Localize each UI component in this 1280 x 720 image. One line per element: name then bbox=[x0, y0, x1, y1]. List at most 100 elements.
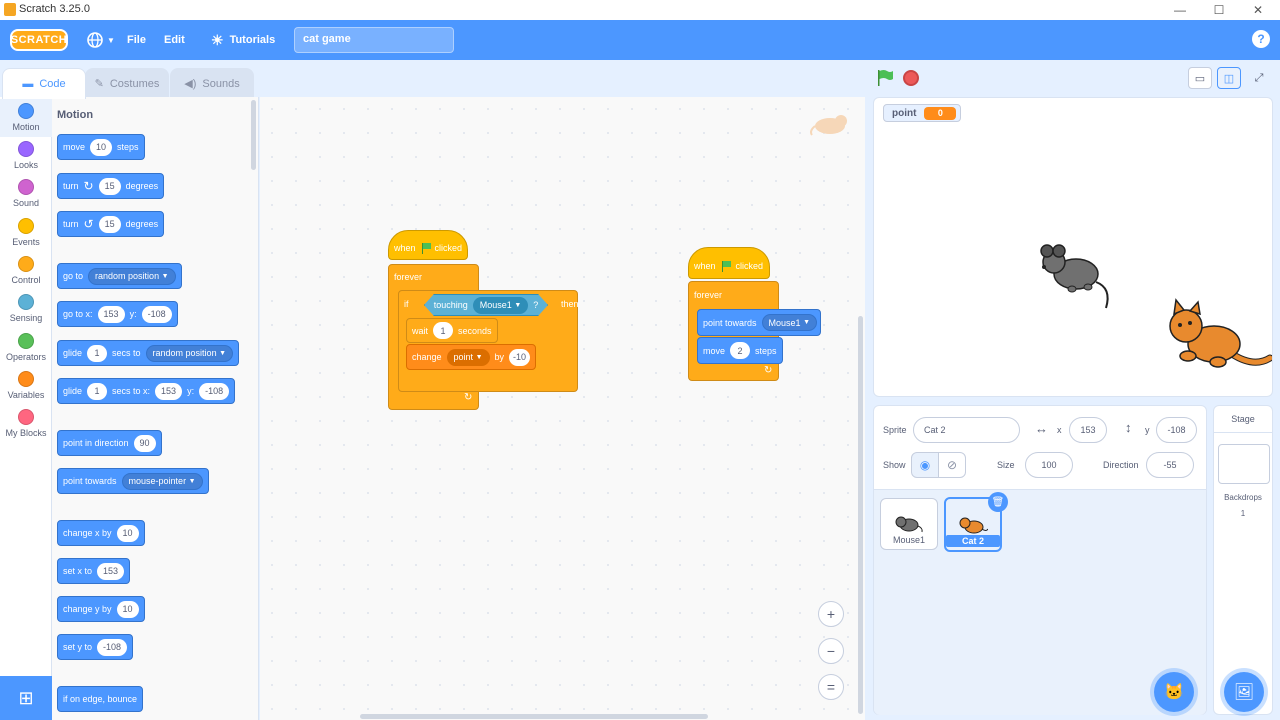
workspace-vertical-scrollbar[interactable] bbox=[858, 316, 863, 714]
block-dropdown[interactable]: Mouse1 ▼ bbox=[472, 296, 529, 314]
show-sprite-button[interactable]: ◉ bbox=[911, 452, 939, 478]
change-variable-block[interactable]: change point ▼ by -10 bbox=[406, 344, 536, 370]
workspace-horizontal-scrollbar[interactable] bbox=[360, 714, 708, 719]
block-input[interactable]: 90 bbox=[133, 434, 156, 452]
zoom-out-icon: − bbox=[826, 643, 836, 659]
category-operators[interactable]: Operators bbox=[0, 329, 52, 367]
hide-sprite-button[interactable]: ⊘ bbox=[938, 452, 966, 478]
tab-code[interactable]: ▬ Code bbox=[2, 68, 86, 99]
size-input[interactable]: 100 bbox=[1025, 452, 1073, 478]
sprite-name-input[interactable]: Cat 2 bbox=[913, 417, 1020, 443]
block-input[interactable]: 1 bbox=[87, 344, 108, 362]
category-my-blocks[interactable]: My Blocks bbox=[0, 405, 52, 443]
move-steps-block[interactable]: move 2 steps bbox=[697, 337, 783, 364]
category-variables[interactable]: Variables bbox=[0, 367, 52, 405]
choose-backdrop-button[interactable]: 🖼 bbox=[1224, 672, 1264, 712]
add-extension-button[interactable]: ⊞ bbox=[0, 676, 52, 720]
block-change-x[interactable]: change x by 10 bbox=[57, 520, 145, 546]
block-input[interactable]: 153 bbox=[97, 305, 125, 323]
fullscreen-button[interactable]: ⤢ bbox=[1247, 67, 1271, 89]
x-input[interactable]: 153 bbox=[1069, 417, 1107, 443]
mouse-sprite[interactable] bbox=[1032, 242, 1114, 314]
block-go-to-xy[interactable]: go to x: 153 y: -108 bbox=[57, 301, 178, 327]
block-input[interactable]: 153 bbox=[155, 382, 183, 400]
block-glide-xy[interactable]: glide 1 secs to x: 153 y: -108 bbox=[57, 378, 236, 404]
sprite-tile-mouse1[interactable]: Mouse1 bbox=[880, 498, 938, 550]
category-motion[interactable]: Motion bbox=[0, 99, 52, 137]
language-menu[interactable]: ▼ bbox=[86, 20, 115, 60]
script-1[interactable]: when clicked forever if then touching Mous… bbox=[388, 230, 579, 410]
block-input[interactable]: -108 bbox=[141, 305, 172, 323]
block-input[interactable]: -108 bbox=[199, 382, 230, 400]
tab-costumes[interactable]: ✎ Costumes bbox=[85, 68, 169, 98]
block-input[interactable]: 2 bbox=[730, 342, 751, 359]
block-input[interactable]: 10 bbox=[116, 600, 139, 618]
direction-input[interactable]: -55 bbox=[1146, 452, 1194, 478]
palette-scrollbar[interactable] bbox=[251, 100, 256, 170]
block-edge-bounce[interactable]: if on edge, bounce bbox=[57, 686, 144, 712]
block-glide[interactable]: glide 1 secs to random position ▼ bbox=[57, 340, 240, 366]
block-input[interactable]: 1 bbox=[87, 382, 108, 400]
maximize-button[interactable]: ☐ bbox=[1199, 0, 1239, 20]
block-input[interactable]: -108 bbox=[97, 638, 128, 656]
block-turn-right[interactable]: turn ↻ 15 degrees bbox=[57, 173, 165, 199]
block-set-x[interactable]: set x to 153 bbox=[57, 558, 131, 584]
y-input[interactable]: -108 bbox=[1156, 417, 1197, 443]
project-title-input[interactable]: cat game bbox=[294, 27, 454, 53]
block-input[interactable]: -10 bbox=[509, 348, 530, 366]
block-dropdown[interactable]: Mouse1 ▼ bbox=[761, 314, 818, 331]
block-dropdown[interactable]: random position ▼ bbox=[88, 267, 176, 285]
stop-button[interactable] bbox=[903, 70, 919, 86]
file-menu[interactable]: File bbox=[127, 20, 146, 60]
close-button[interactable]: ✕ bbox=[1238, 0, 1278, 20]
block-point-towards[interactable]: point towards mouse-pointer ▼ bbox=[57, 468, 209, 494]
normal-stage-button[interactable]: ◫ bbox=[1217, 67, 1241, 89]
choose-sprite-button[interactable]: 🐱 bbox=[1154, 672, 1194, 712]
block-input[interactable]: 10 bbox=[116, 524, 139, 542]
loop-arrow-icon: ↻ bbox=[464, 392, 473, 403]
category-label: My Blocks bbox=[5, 428, 47, 438]
code-workspace[interactable]: when clicked forever if then touching Mous… bbox=[260, 97, 865, 720]
block-input[interactable]: 153 bbox=[97, 562, 125, 580]
when-flag-clicked-block[interactable]: when clicked bbox=[688, 247, 770, 279]
category-looks[interactable]: Looks bbox=[0, 137, 52, 175]
wait-seconds-block[interactable]: wait 1 seconds bbox=[406, 318, 498, 343]
category-sensing[interactable]: Sensing bbox=[0, 290, 52, 328]
block-go-to[interactable]: go to random position ▼ bbox=[57, 263, 182, 289]
block-turn-left[interactable]: turn ↺ 15 degrees bbox=[57, 211, 165, 237]
block-dropdown[interactable]: mouse-pointer ▼ bbox=[121, 472, 203, 490]
block-input[interactable]: 1 bbox=[433, 322, 454, 339]
point-towards-block[interactable]: point towards Mouse1 ▼ bbox=[697, 309, 821, 336]
block-input[interactable]: 10 bbox=[90, 138, 113, 156]
minimize-button[interactable]: — bbox=[1160, 0, 1200, 20]
zoom-in-button[interactable]: + bbox=[818, 601, 844, 627]
tab-sounds[interactable]: ◀) Sounds bbox=[170, 68, 254, 98]
small-stage-button[interactable]: ▭ bbox=[1188, 67, 1212, 89]
stage-canvas[interactable]: point 0 bbox=[873, 97, 1273, 397]
delete-sprite-button[interactable]: 🗑 bbox=[988, 492, 1008, 512]
backdrop-thumbnail[interactable] bbox=[1218, 444, 1270, 484]
script-2[interactable]: when clicked forever point towards Mouse1 … bbox=[688, 247, 822, 383]
cat-sprite[interactable] bbox=[1158, 298, 1273, 378]
block-dropdown[interactable]: point ▼ bbox=[446, 348, 490, 366]
edit-menu[interactable]: Edit bbox=[164, 20, 185, 60]
category-sound[interactable]: Sound bbox=[0, 175, 52, 213]
block-move-steps[interactable]: move 10 steps bbox=[57, 134, 145, 160]
help-icon[interactable]: ? bbox=[1252, 30, 1270, 48]
scratch-logo[interactable]: SCRATCH bbox=[10, 29, 68, 51]
stage-selector[interactable]: Stage Backdrops 1 🖼 bbox=[1213, 405, 1273, 715]
block-point-in-direction[interactable]: point in direction 90 bbox=[57, 430, 162, 456]
block-input[interactable]: 15 bbox=[98, 177, 121, 195]
block-input[interactable]: 15 bbox=[98, 215, 121, 233]
block-set-y[interactable]: set y to -108 bbox=[57, 634, 134, 660]
category-events[interactable]: Events bbox=[0, 214, 52, 252]
green-flag-button[interactable] bbox=[876, 69, 894, 87]
when-flag-clicked-block[interactable]: when clicked bbox=[388, 230, 468, 260]
zoom-out-button[interactable]: − bbox=[818, 638, 844, 664]
tutorials-menu[interactable]: ☀ Tutorials bbox=[211, 20, 275, 60]
zoom-reset-button[interactable]: = bbox=[818, 674, 844, 700]
block-change-y[interactable]: change y by 10 bbox=[57, 596, 145, 622]
category-control[interactable]: Control bbox=[0, 252, 52, 290]
touching-block[interactable]: touching Mouse1 ▼? bbox=[424, 294, 548, 316]
block-dropdown[interactable]: random position ▼ bbox=[145, 344, 234, 362]
